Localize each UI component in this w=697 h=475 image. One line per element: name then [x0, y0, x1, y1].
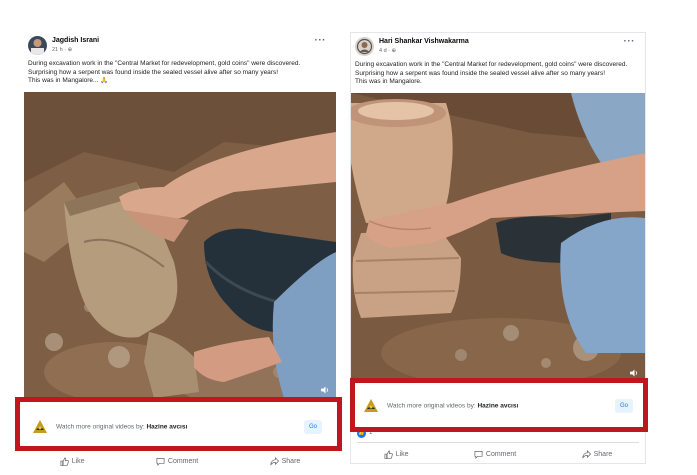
author-name[interactable]: Hari Shankar Vishwakarma — [379, 38, 469, 45]
like-icon — [384, 450, 393, 459]
avatar[interactable] — [355, 37, 374, 56]
comment-icon — [156, 457, 165, 466]
share-icon — [581, 449, 591, 458]
highlight-box-right — [350, 378, 648, 432]
comment-label: Comment — [485, 450, 517, 458]
share-label: Share — [281, 457, 301, 465]
video-player[interactable] — [351, 93, 645, 381]
video-frame — [351, 93, 645, 381]
more-icon[interactable]: ··· — [315, 36, 327, 46]
video-player[interactable] — [24, 92, 336, 398]
comment-button[interactable]: Comment — [156, 457, 198, 466]
avatar[interactable] — [28, 36, 47, 55]
share-label: Share — [593, 450, 613, 458]
like-label: Like — [71, 457, 85, 465]
share-button[interactable]: Share — [581, 449, 613, 459]
volume-icon[interactable] — [630, 369, 639, 377]
divider — [357, 442, 639, 443]
post-text-line: This was in Mangalore. — [355, 78, 422, 86]
post-text-line: During excavation work in the "Central M… — [355, 61, 628, 68]
share-icon — [269, 456, 279, 465]
share-button[interactable]: Share — [269, 456, 301, 466]
post-header: Jagdish Israni 21 h · ⊕ ··· — [28, 36, 332, 58]
post-text-line: During excavation work in the "Central M… — [28, 60, 301, 67]
post-text-line: Surprising how a serpent was found insid… — [355, 69, 606, 77]
author-name[interactable]: Jagdish Israni — [52, 37, 99, 44]
comment-button[interactable]: Comment — [474, 450, 516, 459]
volume-icon[interactable] — [321, 386, 330, 394]
post-timestamp[interactable]: 4 d · ⊕ — [379, 48, 396, 54]
post-header: Hari Shankar Vishwakarma 4 d · ⊕ ··· — [355, 37, 641, 59]
post-timestamp[interactable]: 21 h · ⊕ — [52, 47, 72, 53]
like-button[interactable]: Like — [60, 457, 85, 466]
like-icon — [60, 457, 69, 466]
post-text: During excavation work in the "Central M… — [355, 61, 639, 87]
highlight-box-left — [15, 397, 342, 451]
post-text: During excavation work in the "Central M… — [28, 60, 330, 86]
like-label: Like — [395, 450, 409, 458]
like-button[interactable]: Like — [384, 450, 409, 459]
comment-icon — [474, 450, 483, 459]
post-actions: Like Comment Share — [351, 445, 645, 463]
post-text-line: This was in Mangalore... 🙏 — [28, 77, 109, 85]
video-frame — [24, 92, 336, 398]
post-text-line: Surprising how a serpent was found insid… — [28, 68, 279, 76]
comment-label: Comment — [167, 457, 199, 465]
post-actions: Like Comment Share — [24, 452, 336, 470]
more-icon[interactable]: ··· — [624, 37, 636, 47]
